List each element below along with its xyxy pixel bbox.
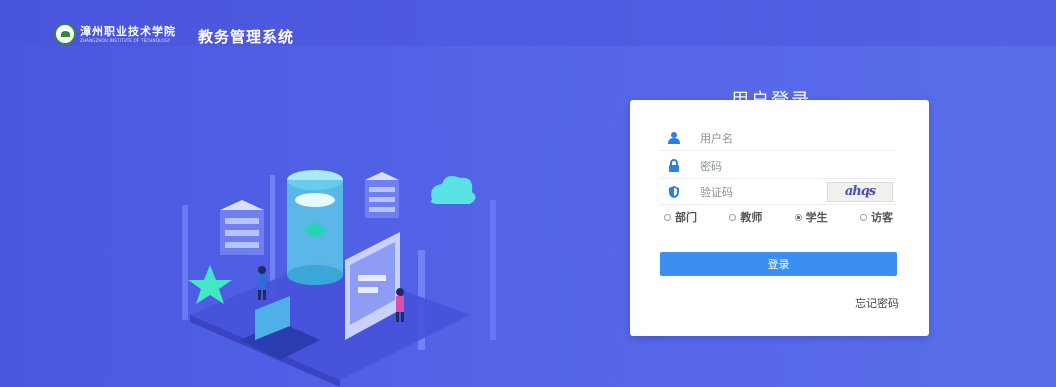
- role-option-student[interactable]: 学生: [794, 209, 828, 225]
- radio-checked-icon: [794, 213, 802, 221]
- isometric-illustration: [182, 170, 496, 387]
- username-input[interactable]: [700, 129, 850, 147]
- forgot-password-link[interactable]: 忘记密码: [855, 295, 899, 311]
- role-option-visitor[interactable]: 访客: [859, 209, 893, 225]
- role-label: 学生: [805, 211, 828, 224]
- user-icon: [668, 132, 680, 144]
- school-name-english: ZHANGZHOU INSTITUTE OF TECHNOLOGY: [80, 38, 171, 43]
- radio-icon: [859, 213, 867, 221]
- light-pillar: [182, 205, 188, 320]
- radio-icon: [664, 213, 671, 221]
- role-option-teacher[interactable]: 教师: [729, 209, 762, 225]
- school-name: 漳州职业技术学院: [80, 25, 176, 38]
- role-label: 教师: [740, 211, 763, 224]
- login-panel: ahqs 部门 教师 学生 访客 登录 忘记密码: [630, 100, 929, 336]
- captcha-field-row: ahqs: [660, 180, 897, 205]
- username-field-row: [660, 126, 897, 151]
- system-title: 教务管理系统: [198, 28, 295, 46]
- password-field-row: [660, 154, 897, 179]
- shield-icon: [669, 186, 679, 198]
- role-selector: 部门 教师 学生 访客: [660, 207, 897, 227]
- light-pillar: [270, 175, 275, 295]
- password-input[interactable]: [700, 157, 850, 175]
- server-rack-icon: [365, 172, 399, 218]
- cloud-icon: [430, 176, 476, 204]
- radio-icon: [729, 213, 737, 221]
- star-icon: [188, 265, 232, 304]
- light-pillar: [490, 200, 496, 340]
- role-label: 部门: [675, 211, 697, 224]
- top-header: 漳州职业技术学院 ZHANGZHOU INSTITUTE OF TECHNOLO…: [0, 0, 1056, 46]
- role-option-department[interactable]: 部门: [664, 209, 697, 225]
- school-logo-icon: [54, 23, 76, 45]
- role-label: 访客: [870, 211, 893, 224]
- data-cylinder-icon: [287, 170, 343, 285]
- server-tower-icon: [220, 200, 264, 255]
- lock-icon: [669, 159, 679, 172]
- login-button[interactable]: 登录: [660, 252, 897, 276]
- captcha-image[interactable]: ahqs: [827, 182, 893, 202]
